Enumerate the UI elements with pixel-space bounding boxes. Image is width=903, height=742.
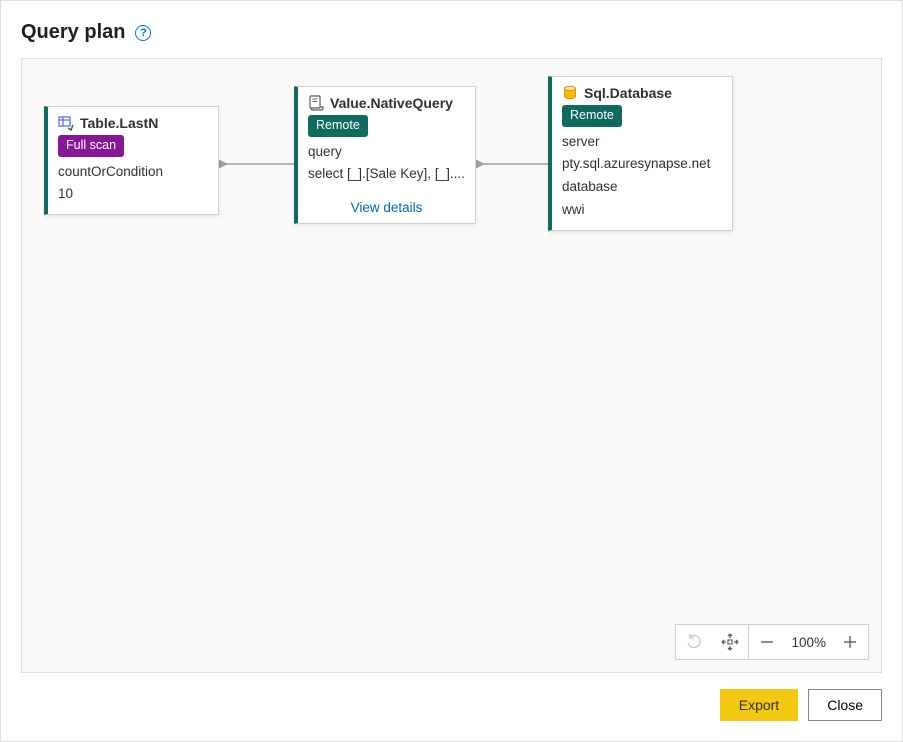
minus-icon [760,635,774,649]
node-title: Value.NativeQuery [330,95,453,111]
node-title: Sql.Database [584,85,672,101]
prop-label: query [308,143,465,162]
help-icon[interactable]: ? [135,25,151,41]
node-native-query[interactable]: Value.NativeQuery Remote query select [_… [294,86,476,224]
view-details-link[interactable]: View details [298,194,475,223]
undo-icon [686,634,702,650]
server-label: server [562,133,722,152]
close-button[interactable]: Close [808,689,882,721]
prop-value: select [_].[Sale Key], [_].... [308,165,465,184]
fullscan-badge: Full scan [58,135,124,157]
node-title: Table.LastN [80,115,158,131]
query-plan-canvas[interactable]: Table.LastN Full scan countOrCondition 1… [21,58,882,673]
prop-value: 10 [58,185,208,204]
fit-view-button[interactable] [712,624,748,660]
query-plan-dialog: Query plan ? [0,0,903,742]
database-value: wwi [562,201,722,220]
node-body: Full scan countOrCondition 10 [48,135,218,214]
dialog-footer: Export Close [21,673,882,721]
script-icon [308,95,324,111]
dialog-title: Query plan [21,21,125,44]
remote-badge: Remote [562,105,622,127]
zoom-in-button[interactable] [832,624,868,660]
node-header: Sql.Database [552,77,732,105]
export-button[interactable]: Export [720,689,798,721]
server-value: pty.sql.azuresynapse.net [562,155,722,174]
prop-label: countOrCondition [58,163,208,182]
node-table-lastn[interactable]: Table.LastN Full scan countOrCondition 1… [44,106,219,215]
node-body: Remote server pty.sql.azuresynapse.net d… [552,105,732,230]
remote-badge: Remote [308,115,368,137]
database-icon [562,85,578,101]
arrow-connector [217,154,297,174]
arrow-connector [474,154,554,174]
zoom-out-button[interactable] [749,624,785,660]
zoom-toolbar: 100% [675,624,869,660]
fit-icon [721,633,739,651]
plus-icon [843,635,857,649]
node-body: Remote query select [_].[Sale Key], [_].… [298,115,475,194]
node-sql-database[interactable]: Sql.Database Remote server pty.sql.azure… [548,76,733,231]
reset-view-button[interactable] [676,624,712,660]
node-header: Value.NativeQuery [298,87,475,115]
zoom-level: 100% [785,635,832,650]
dialog-header: Query plan ? [21,21,882,44]
database-label: database [562,178,722,197]
table-icon [58,115,74,131]
node-header: Table.LastN [48,107,218,135]
